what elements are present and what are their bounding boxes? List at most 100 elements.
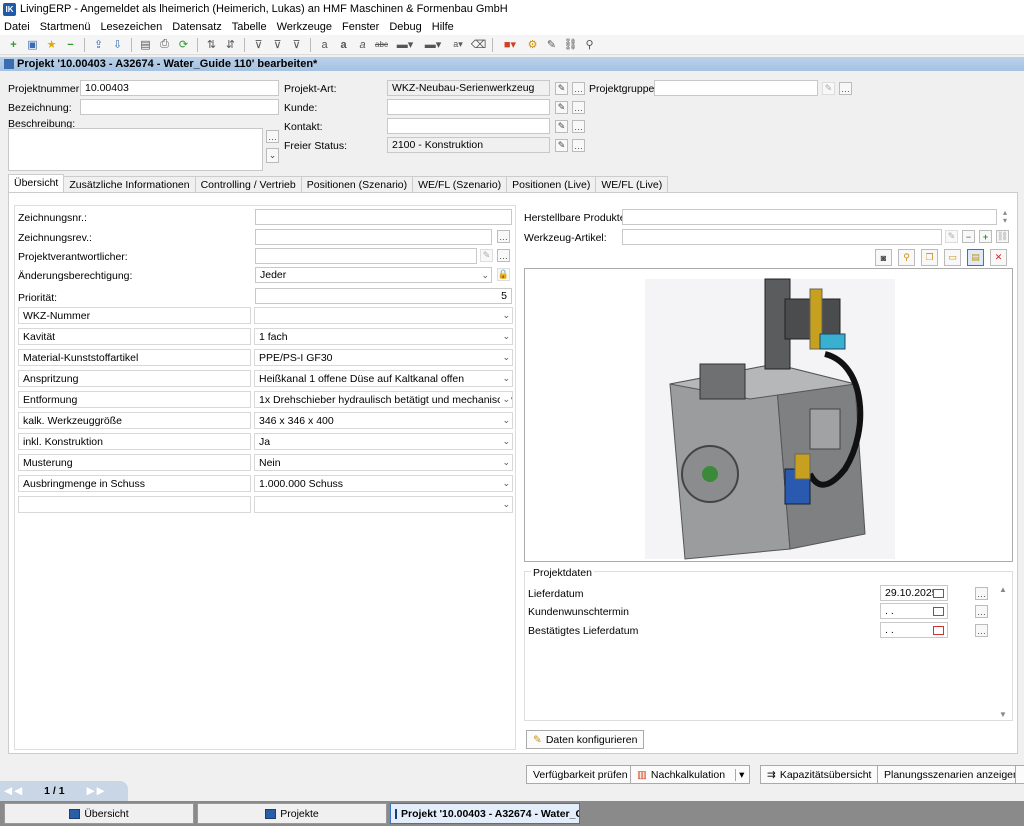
werkzeug-artikel-link-icon[interactable]: ⛓ — [996, 230, 1009, 243]
verfuegbarkeit-pruefen-button[interactable]: Verfügbarkeit prüfen — [526, 765, 635, 784]
attribute-value[interactable]: 346 x 346 x 400 ⌄ — [254, 412, 513, 429]
lock-icon[interactable]: 🔒 — [497, 268, 510, 281]
sort-desc-icon[interactable]: ⇵ — [223, 37, 238, 52]
attribute-value[interactable]: 1 fach ⌄ — [254, 328, 513, 345]
import-icon[interactable]: ⇩ — [110, 37, 125, 52]
delete-icon[interactable]: ✕ — [990, 249, 1007, 266]
menu-datensatz[interactable]: Datensatz — [172, 21, 222, 33]
eraser-icon[interactable]: ⌫ — [471, 37, 487, 52]
star-icon[interactable]: ★ — [44, 37, 59, 52]
zeichnungsrev-field[interactable] — [255, 229, 492, 245]
sort-asc-icon[interactable]: ⇅ — [204, 37, 219, 52]
strikethrough-icon[interactable]: abc — [374, 37, 389, 52]
filter-edit-icon[interactable]: ⊽ — [270, 37, 285, 52]
wand-icon[interactable]: ✎ — [544, 37, 559, 52]
export-icon[interactable]: ⇪ — [91, 37, 106, 52]
beschreibung-textarea[interactable] — [8, 128, 263, 171]
tab-zusaetzliche-informationen[interactable]: Zusätzliche Informationen — [63, 176, 196, 192]
projektverantwortlicher-field[interactable] — [255, 248, 477, 264]
filter-clear-icon[interactable]: ⊽ — [289, 37, 304, 52]
aenderungsberechtigung-select[interactable]: Jeder ⌄ — [255, 267, 492, 283]
pager-first-icon[interactable]: ◀ — [4, 785, 12, 797]
menu-lesezeichen[interactable]: Lesezeichen — [100, 21, 162, 33]
task-projekte[interactable]: Projekte — [197, 803, 387, 824]
kontakt-field[interactable] — [387, 118, 550, 134]
bestaetigtes-lieferdatum-ellipsis-button[interactable]: … — [975, 624, 988, 637]
werkzeug-artikel-edit-icon[interactable]: ✎ — [945, 230, 958, 243]
print-icon[interactable]: ⎙ — [157, 37, 172, 52]
scroll-up-icon[interactable]: ▲ — [999, 585, 1007, 594]
kundenwunschtermin-field[interactable]: . . — [880, 603, 948, 619]
tools-icon[interactable]: ⚙ — [525, 37, 540, 52]
tab-wefl-szenario[interactable]: WE/FL (Szenario) — [412, 176, 508, 192]
menu-datei[interactable]: Datei — [4, 21, 30, 33]
menu-fenster[interactable]: Fenster — [342, 21, 379, 33]
font-size-icon[interactable]: a▾ — [449, 37, 467, 52]
projektverantwortlicher-edit-icon[interactable]: ✎ — [480, 249, 493, 262]
line-style-icon[interactable]: ▬▾ — [393, 37, 417, 52]
projektart-field[interactable]: WKZ-Neubau-Serienwerkzeug — [387, 80, 550, 96]
werkzeug-artikel-remove-button[interactable]: − — [962, 230, 975, 243]
menu-werkzeuge[interactable]: Werkzeuge — [277, 21, 332, 33]
font-normal-icon[interactable]: a — [317, 37, 332, 52]
nachkalkulation-button[interactable]: ▥ Nachkalkulation ▾ — [630, 765, 751, 784]
calendar-icon[interactable] — [933, 626, 944, 635]
lieferdatum-ellipsis-button[interactable]: … — [975, 587, 988, 600]
attribute-value[interactable]: ⌄ — [254, 307, 513, 324]
kapazitaetsuebersicht-button[interactable]: ⇉ Kapazitätsübersicht — [760, 765, 879, 784]
pager-next-icon[interactable]: ▶ — [87, 785, 95, 797]
attribute-value[interactable]: PPE/PS-I GF30 ⌄ — [254, 349, 513, 366]
projektnummer-field[interactable]: 10.00403 — [80, 80, 279, 96]
projektgruppe-edit-icon[interactable]: ✎ — [822, 82, 835, 95]
projektart-edit-icon[interactable]: ✎ — [555, 82, 568, 95]
werkzeug-artikel-field[interactable] — [622, 229, 942, 245]
zeichnungsrev-ellipsis-button[interactable]: … — [497, 230, 510, 243]
projektart-ellipsis-button[interactable]: … — [572, 82, 585, 95]
bestaetigtes-lieferdatum-field[interactable]: . . — [880, 622, 948, 638]
lieferdatum-field[interactable]: 29.10.2025 — [880, 585, 948, 601]
calendar-icon[interactable] — [933, 589, 944, 598]
scroll-arrows-icon[interactable]: ▴ ▾ — [999, 209, 1011, 225]
copy-icon[interactable]: ❐ — [921, 249, 938, 266]
menu-startmenue[interactable]: Startmenü — [40, 21, 91, 33]
preview-icon[interactable]: ▤ — [138, 37, 153, 52]
font-italic-icon[interactable]: a — [355, 37, 370, 52]
filter-icon[interactable]: ⊽ — [251, 37, 266, 52]
planungsszenarien-button[interactable]: Planungsszenarien anzeigen — [877, 765, 1024, 784]
color-icon[interactable]: ■▾ — [499, 37, 521, 52]
search-icon[interactable]: ⚲ — [582, 37, 597, 52]
pager-last-icon[interactable]: ▶ — [97, 785, 105, 797]
tab-positionen-szenario[interactable]: Positionen (Szenario) — [300, 176, 414, 192]
task-projekt-bearbeiten[interactable]: Projekt '10.00403 - A32674 - Water_G — [390, 803, 580, 824]
kunde-field[interactable] — [387, 99, 550, 115]
werkzeug-artikel-add-icon[interactable]: + — [979, 230, 992, 243]
freier-status-edit-icon[interactable]: ✎ — [555, 139, 568, 152]
refresh-icon[interactable]: ⟳ — [176, 37, 191, 52]
add-icon[interactable]: + — [6, 37, 21, 52]
link-icon[interactable]: ⛓ — [563, 37, 578, 52]
task-uebersicht[interactable]: Übersicht — [4, 803, 194, 824]
prioritaet-field[interactable]: 5 — [255, 288, 512, 304]
attribute-value[interactable]: 1.000.000 Schuss ⌄ — [254, 475, 513, 492]
more-button[interactable] — [1015, 765, 1024, 784]
line-width-icon[interactable]: ▬▾ — [421, 37, 445, 52]
font-bold-icon[interactable]: a — [336, 37, 351, 52]
tab-uebersicht[interactable]: Übersicht — [8, 174, 65, 192]
menu-hilfe[interactable]: Hilfe — [432, 21, 454, 33]
bezeichnung-field[interactable] — [80, 99, 279, 115]
attribute-value[interactable]: Heißkanal 1 offene Düse auf Kaltkanal of… — [254, 370, 513, 387]
kontakt-ellipsis-button[interactable]: … — [572, 120, 585, 133]
zeichnungsnr-field[interactable] — [255, 209, 512, 225]
projektverantwortlicher-ellipsis-button[interactable]: … — [497, 249, 510, 262]
kunde-ellipsis-button[interactable]: … — [572, 101, 585, 114]
pager-prev-icon[interactable]: ◀ — [14, 785, 22, 797]
tab-positionen-live[interactable]: Positionen (Live) — [506, 176, 597, 192]
herstellbare-produkte-field[interactable] — [622, 209, 997, 225]
chevron-down-icon[interactable]: ▾ — [735, 768, 747, 781]
kundenwunschtermin-ellipsis-button[interactable]: … — [975, 605, 988, 618]
kunde-edit-icon[interactable]: ✎ — [555, 101, 568, 114]
attribute-value[interactable]: ⌄ — [254, 496, 513, 513]
freier-status-ellipsis-button[interactable]: … — [572, 139, 585, 152]
tab-controlling-vertrieb[interactable]: Controlling / Vertrieb — [194, 176, 302, 192]
freier-status-field[interactable]: 2100 - Konstruktion — [387, 137, 550, 153]
